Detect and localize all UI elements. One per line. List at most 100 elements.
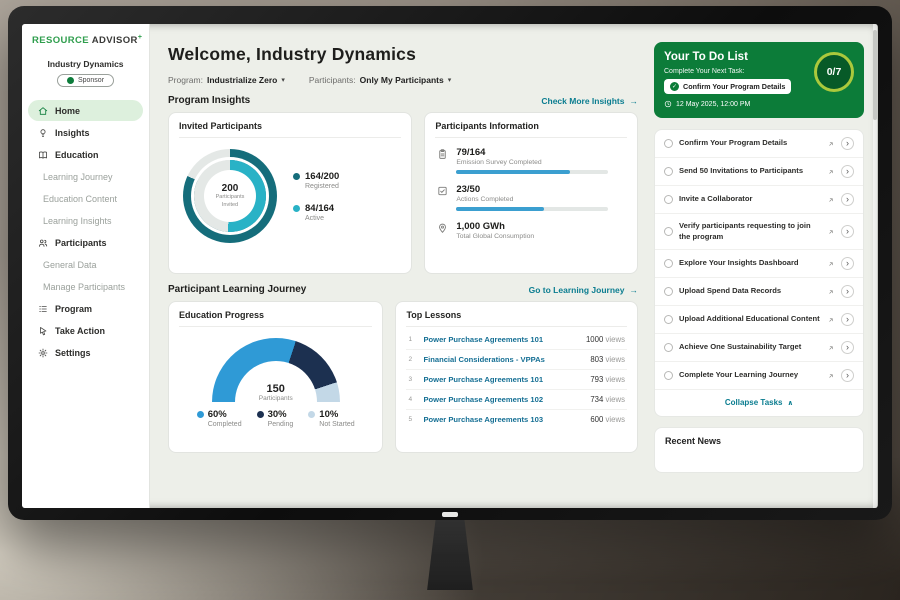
legend-item: 30% Pending <box>257 409 294 428</box>
task-label: Upload Additional Educational Content <box>679 314 821 325</box>
task-label: Send 50 Invitations to Participants <box>679 166 821 177</box>
sponsor-label: Sponsor <box>78 77 104 84</box>
todo-column: Your To Do List Complete Your Next Task:… <box>650 24 878 508</box>
info-label: Total Global Consumption <box>456 233 534 240</box>
take-action-icon <box>38 326 48 336</box>
lesson-rank: 5 <box>408 416 416 423</box>
todo-task-row[interactable]: Complete Your Learning Journey › <box>655 362 863 390</box>
task-checkbox[interactable] <box>664 195 673 204</box>
monitor-stand <box>424 512 476 590</box>
task-checkbox[interactable] <box>664 227 673 236</box>
legend-label: Registered <box>305 183 339 190</box>
progress-bar-fill <box>456 207 544 211</box>
pin-icon <box>437 222 448 234</box>
next-task-pill[interactable]: ✓ Confirm Your Program Details <box>664 79 791 94</box>
monitor-power-button <box>442 512 458 517</box>
invited-participants-card: Invited Participants 200 Participants In… <box>168 112 412 274</box>
lesson-link[interactable]: Power Purchase Agreements 102 <box>423 395 583 404</box>
todo-task-row[interactable]: Upload Spend Data Records › <box>655 278 863 306</box>
task-checkbox[interactable] <box>664 371 673 380</box>
chevron-right-icon[interactable]: › <box>841 341 854 354</box>
program-dropdown[interactable]: Program: Industrialize Zero ▾ <box>168 75 285 85</box>
todo-task-row[interactable]: Achieve One Sustainability Target › <box>655 334 863 362</box>
participants-icon <box>38 238 48 248</box>
learning-journey-header: Participant Learning Journey Go to Learn… <box>168 284 638 295</box>
collapse-tasks-button[interactable]: Collapse Tasks ∧ <box>655 390 863 416</box>
lesson-link[interactable]: Power Purchase Agreements 101 <box>423 335 579 344</box>
sidebar-item-label: Home <box>55 106 80 116</box>
legend-dot <box>293 205 300 212</box>
task-label: Achieve One Sustainability Target <box>679 342 821 353</box>
chevron-right-icon[interactable]: › <box>841 225 854 238</box>
task-label: Invite a Collaborator <box>679 194 821 205</box>
lesson-link[interactable]: Financial Considerations - VPPAs <box>423 355 583 364</box>
chevron-right-icon[interactable]: › <box>841 257 854 270</box>
logo-plus: + <box>138 34 143 41</box>
task-checkbox[interactable] <box>664 167 673 176</box>
todo-task-row[interactable]: Verify participants requesting to join t… <box>655 214 863 250</box>
scrollbar-thumb[interactable] <box>873 30 877 120</box>
lesson-views: 803 views <box>590 355 625 364</box>
task-checkbox[interactable] <box>664 315 673 324</box>
clock-icon <box>664 100 672 108</box>
go-to-learning-journey-link[interactable]: Go to Learning Journey → <box>529 285 638 295</box>
sidebar-item[interactable]: Insights <box>28 122 143 143</box>
insights-icon <box>38 128 48 138</box>
sidebar-item[interactable]: General Data <box>28 254 143 275</box>
todo-task-row[interactable]: Send 50 Invitations to Participants › <box>655 158 863 186</box>
chevron-right-icon[interactable]: › <box>841 313 854 326</box>
sidebar-item[interactable]: Learning Insights <box>28 210 143 231</box>
participants-information-card: Participants Information 79/164 Emission… <box>424 112 638 274</box>
participants-dropdown[interactable]: Participants: Only My Participants ▾ <box>309 75 451 85</box>
todo-task-row[interactable]: Invite a Collaborator › <box>655 186 863 214</box>
sidebar-item[interactable]: Program <box>28 298 143 319</box>
chevron-right-icon[interactable]: › <box>841 193 854 206</box>
check-more-insights-label: Check More Insights <box>541 96 624 106</box>
chevron-right-icon[interactable]: › <box>841 369 854 382</box>
todo-task-row[interactable]: Upload Additional Educational Content › <box>655 306 863 334</box>
checklist-icon <box>437 185 448 197</box>
next-task-time-label: 12 May 2025, 12:00 PM <box>676 101 750 108</box>
task-checkbox[interactable] <box>664 139 673 148</box>
learning-journey-title: Participant Learning Journey <box>168 284 306 295</box>
task-label: Complete Your Learning Journey <box>679 370 821 381</box>
open-task-icon <box>827 260 835 268</box>
sidebar-item[interactable]: Take Action <box>28 320 143 341</box>
task-checkbox[interactable] <box>664 287 673 296</box>
legend-label: Active <box>305 215 334 222</box>
sponsor-badge[interactable]: Sponsor <box>57 74 114 87</box>
sidebar-item[interactable]: Participants <box>28 232 143 253</box>
check-more-insights-link[interactable]: Check More Insights → <box>541 96 638 106</box>
chevron-right-icon[interactable]: › <box>841 285 854 298</box>
task-checkbox[interactable] <box>664 259 673 268</box>
todo-task-row[interactable]: Explore Your Insights Dashboard › <box>655 250 863 278</box>
sidebar-item[interactable]: Home <box>28 100 143 121</box>
lesson-rank: 3 <box>408 376 416 383</box>
open-task-icon <box>827 372 835 380</box>
legend-dot <box>293 173 300 180</box>
todo-task-row[interactable]: Confirm Your Program Details › <box>655 130 863 158</box>
lesson-row: 3 Power Purchase Agreements 101 793 view… <box>406 370 627 390</box>
chevron-right-icon[interactable]: › <box>841 137 854 150</box>
chevron-right-icon[interactable]: › <box>841 165 854 178</box>
sidebar-item-label: Program <box>55 304 92 314</box>
next-task-label: Confirm Your Program Details <box>683 82 785 91</box>
legend-item: 60% Completed <box>197 409 242 428</box>
legend-item: 164/200 Registered <box>293 171 339 190</box>
filters: Program: Industrialize Zero ▾ Participan… <box>168 75 638 85</box>
lesson-link[interactable]: Power Purchase Agreements 103 <box>423 415 583 424</box>
invited-donut-chart: 200 Participants Invited <box>183 149 277 243</box>
sidebar-item[interactable]: Learning Journey <box>28 166 143 187</box>
sidebar-item[interactable]: Education Content <box>28 188 143 209</box>
legend-dot <box>257 411 264 418</box>
progress-bar-fill <box>456 170 570 174</box>
lesson-row: 2 Financial Considerations - VPPAs 803 v… <box>406 350 627 370</box>
scrollbar[interactable] <box>873 24 877 508</box>
sidebar-item[interactable]: Education <box>28 144 143 165</box>
task-checkbox[interactable] <box>664 343 673 352</box>
lesson-link[interactable]: Power Purchase Agreements 101 <box>423 375 583 384</box>
gauge-center: 150 Participants <box>212 383 340 402</box>
sidebar-item[interactable]: Manage Participants <box>28 276 143 297</box>
sidebar-item[interactable]: Settings <box>28 342 143 363</box>
legend-value: 84/164 <box>305 203 334 214</box>
